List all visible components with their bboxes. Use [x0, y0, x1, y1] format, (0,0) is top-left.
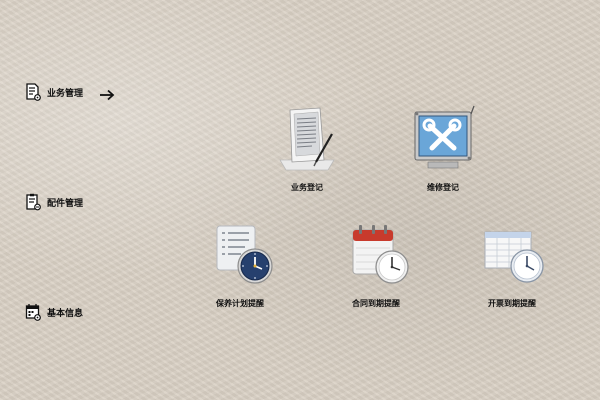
tile-label: 业务登记 [291, 183, 323, 192]
tile-label: 保养计划提醒 [216, 299, 264, 308]
tile-business-register[interactable]: 业务登记 [257, 104, 357, 193]
sidebar-item-label: 业务管理 [47, 88, 84, 99]
calendar-clock-icon [326, 222, 426, 294]
spreadsheet-clock-icon [462, 222, 562, 294]
tile-label: 开票到期提醒 [488, 299, 536, 308]
tile-repair-register[interactable]: 维修登记 [393, 104, 493, 193]
sidebar-item-business-management[interactable]: 业务管理 [25, 82, 115, 102]
sidebar-item-label: 配件管理 [47, 198, 84, 209]
document-gear-icon [25, 83, 41, 101]
list-clock-icon [190, 222, 290, 294]
calendar-gear-icon [25, 303, 41, 321]
document-parts-icon [25, 193, 41, 211]
tile-contract-expiry-reminder[interactable]: 合同到期提醒 [326, 222, 426, 309]
sidebar-item-basic-info[interactable]: 基本信息 [25, 302, 83, 322]
sidebar-item-parts-management[interactable]: 配件管理 [25, 192, 83, 212]
document-pen-icon [257, 104, 357, 178]
tile-label: 维修登记 [427, 183, 459, 192]
wrench-screwdriver-icon [393, 104, 493, 178]
tile-invoice-expiry-reminder[interactable]: 开票到期提醒 [462, 222, 562, 309]
sidebar-item-label: 基本信息 [47, 308, 84, 319]
tile-maintenance-plan-reminder[interactable]: 保养计划提醒 [190, 222, 290, 309]
arrow-right-icon [99, 86, 115, 101]
tile-label: 合同到期提醒 [352, 299, 400, 308]
